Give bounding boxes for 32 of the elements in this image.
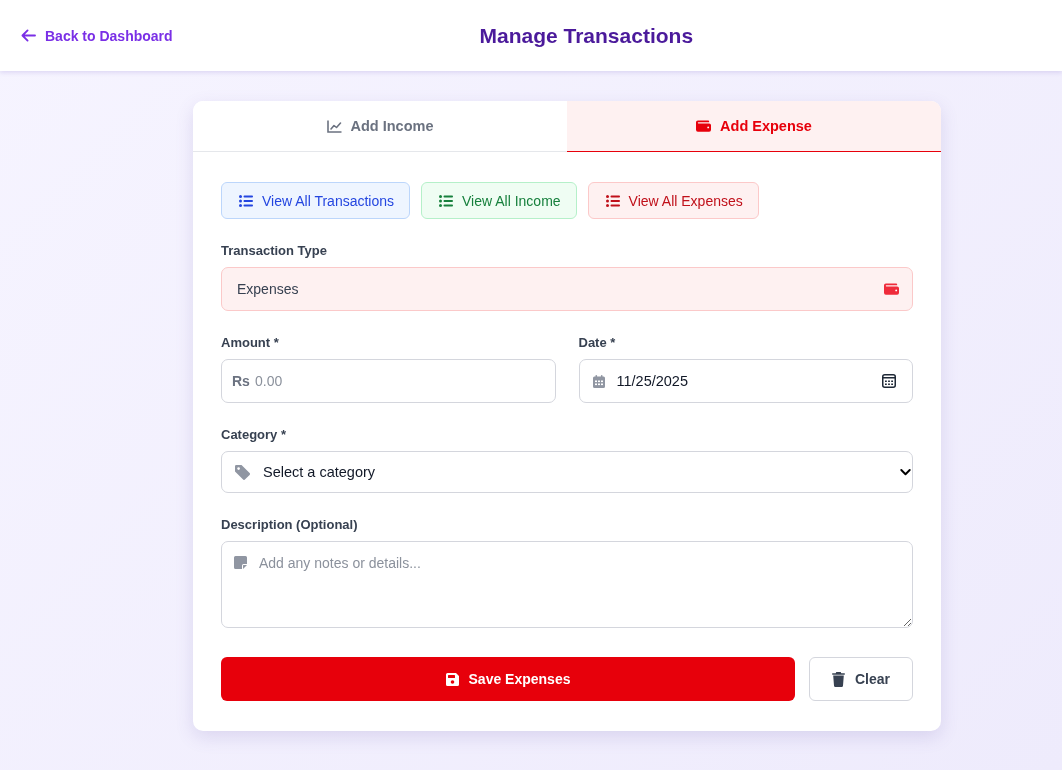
currency-prefix: Rs	[232, 372, 250, 390]
calendar-picker-icon[interactable]	[882, 374, 896, 388]
trash-icon	[832, 671, 845, 687]
field-label: Date *	[578, 334, 616, 352]
list-icon	[439, 194, 454, 207]
save-button[interactable]: Save Expenses	[221, 657, 795, 701]
tag-icon	[235, 464, 250, 480]
description-textarea[interactable]: Add any notes or details...	[221, 541, 913, 628]
calendar-icon	[592, 374, 605, 388]
back-link[interactable]: Back to Dashboard	[21, 27, 173, 44]
sticky-note-icon	[234, 556, 247, 569]
view-list-button[interactable]: View All Income	[421, 182, 577, 219]
field-label: Description (Optional)	[221, 516, 358, 534]
arrow-left-icon	[21, 29, 36, 42]
view-list-button[interactable]: View All Transactions	[221, 182, 411, 219]
page-title: Manage Transactions	[479, 23, 694, 48]
wallet-icon	[884, 283, 899, 295]
wallet-icon	[696, 120, 712, 132]
list-icon	[239, 194, 253, 207]
tab[interactable]: Add Expense	[567, 101, 941, 152]
clear-button[interactable]: Clear	[809, 657, 913, 701]
view-list-button[interactable]: View All Expenses	[587, 182, 759, 219]
field-label: Category *	[221, 426, 287, 444]
tab[interactable]: Add Income	[193, 101, 567, 152]
field-label: Transaction Type	[221, 242, 327, 260]
category-select[interactable]: Select a category	[221, 451, 913, 493]
line-chart-icon	[326, 119, 342, 133]
date-input[interactable]: 11/25/2025	[578, 359, 913, 403]
chevron-down-icon	[900, 468, 911, 476]
transaction-type-field[interactable]: Expenses	[221, 267, 913, 311]
list-icon	[605, 194, 620, 207]
field-label: Amount *	[221, 334, 279, 352]
